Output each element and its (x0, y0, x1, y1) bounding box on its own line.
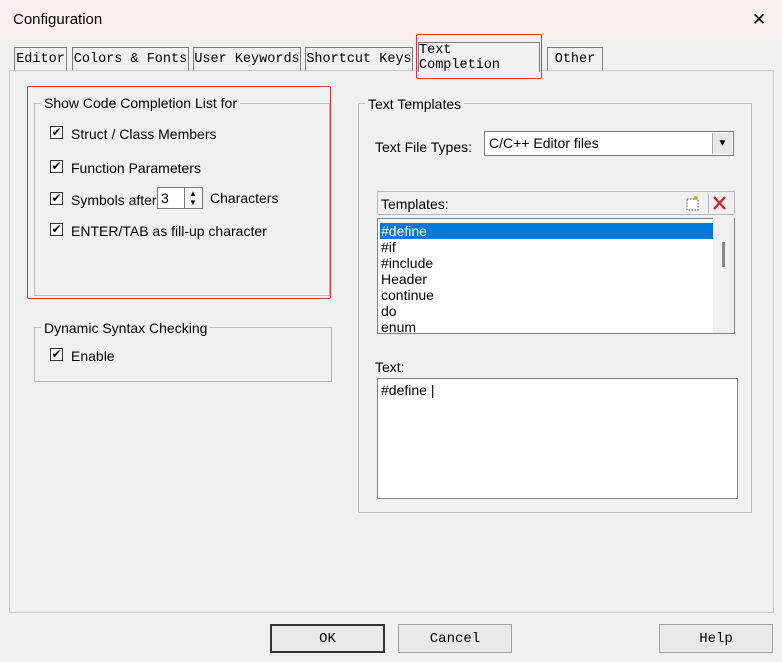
delete-template-icon[interactable] (708, 194, 731, 213)
enter-tab-label: ENTER/TAB as fill-up character (71, 223, 267, 239)
enable-syntax-checkbox[interactable]: ✔ (50, 348, 63, 361)
function-params-checkbox[interactable]: ✔ (50, 160, 63, 173)
list-item[interactable]: #include (380, 255, 714, 271)
symbols-after-label: Symbols after (71, 192, 157, 208)
struct-members-checkbox[interactable]: ✔ (50, 126, 63, 139)
function-params-label: Function Parameters (71, 160, 201, 176)
templates-list[interactable]: #define #if #include Header continue do … (377, 218, 735, 334)
tab-other[interactable]: Other (547, 47, 603, 70)
tab-colors-fonts[interactable]: Colors & Fonts (72, 47, 189, 70)
symbols-count-stepper[interactable]: ▲ ▼ (185, 187, 203, 209)
checkmark-icon: ✔ (51, 222, 62, 236)
checkmark-icon: ✔ (51, 191, 62, 205)
symbols-count-input[interactable]: 3 (157, 187, 185, 209)
enable-syntax-label: Enable (71, 348, 115, 364)
file-types-value: C/C++ Editor files (489, 135, 599, 151)
tab-editor[interactable]: Editor (14, 47, 67, 70)
close-icon: ✕ (751, 10, 767, 29)
title-bar (0, 0, 782, 40)
help-button[interactable]: Help (659, 624, 773, 653)
spin-down-icon[interactable]: ▼ (189, 199, 197, 207)
tab-shortcut-keys[interactable]: Shortcut Keys (305, 47, 413, 70)
chevron-down-icon[interactable]: ▼ (712, 133, 732, 154)
window-title: Configuration (13, 11, 103, 28)
struct-members-label: Struct / Class Members (71, 126, 217, 142)
ok-button[interactable]: OK (270, 624, 385, 653)
enter-tab-checkbox[interactable]: ✔ (50, 223, 63, 236)
list-item[interactable]: #if (380, 239, 714, 255)
completion-group-title: Show Code Completion List for (41, 95, 240, 111)
checkmark-icon: ✔ (51, 125, 62, 139)
checkmark-icon: ✔ (51, 159, 62, 173)
templates-header: Templates: (377, 191, 735, 215)
close-button[interactable]: ✕ (740, 6, 778, 34)
text-label: Text: (375, 359, 405, 375)
list-item[interactable]: enum (380, 319, 714, 333)
scrollbar-thumb[interactable] (722, 242, 725, 267)
checkmark-icon: ✔ (51, 347, 62, 361)
list-item[interactable]: continue (380, 287, 714, 303)
symbols-after-suffix: Characters (210, 190, 279, 206)
template-text-area[interactable]: #define | (377, 378, 738, 499)
templates-scrollbar[interactable] (713, 218, 734, 333)
file-types-dropdown[interactable]: C/C++ Editor files ▼ (484, 131, 734, 156)
symbols-after-checkbox[interactable]: ✔ (50, 192, 63, 205)
tab-user-keywords[interactable]: User Keywords (193, 47, 301, 70)
templates-label: Templates: (381, 196, 449, 212)
spin-up-icon[interactable]: ▲ (189, 190, 197, 198)
new-template-icon[interactable] (684, 195, 701, 212)
file-types-label: Text File Types: (375, 139, 473, 155)
list-item[interactable]: #define (380, 223, 714, 239)
templates-group-title: Text Templates (365, 96, 465, 112)
syntax-group-title: Dynamic Syntax Checking (41, 320, 211, 336)
tab-text-completion[interactable]: Text Completion (418, 42, 540, 73)
list-item[interactable]: Header (380, 271, 714, 287)
cancel-button[interactable]: Cancel (398, 624, 512, 653)
list-item[interactable]: do (380, 303, 714, 319)
